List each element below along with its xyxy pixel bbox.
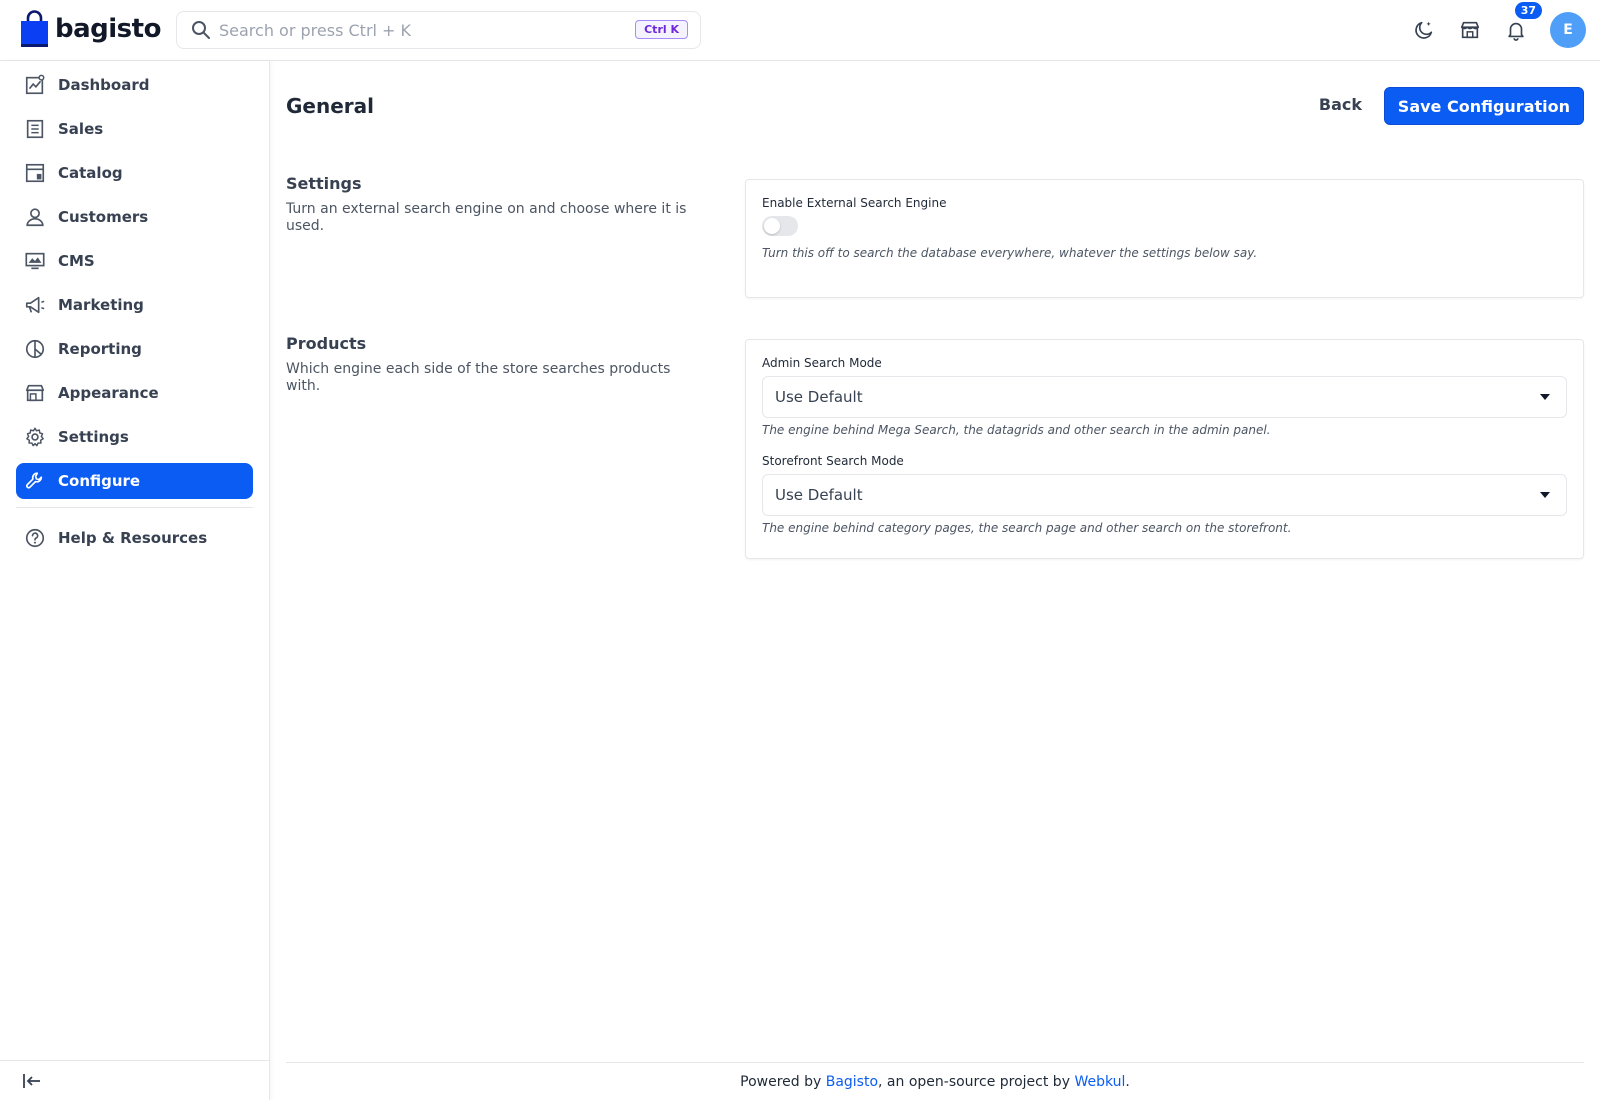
sidebar-item-label: Sales (58, 120, 104, 138)
storefront-link[interactable] (1458, 18, 1482, 42)
section-title: Settings (286, 174, 362, 193)
sidebar-item-label: Dashboard (58, 76, 150, 94)
gear-icon (24, 426, 46, 448)
search-bar[interactable]: Ctrl K (176, 11, 701, 49)
header-actions: 37 E (1412, 2, 1586, 48)
products-section-heading: Products Which engine each side of the s… (286, 334, 696, 395)
sidebar-item-configure[interactable]: Configure (16, 463, 253, 499)
megaphone-icon (24, 294, 46, 316)
sidebar-item-reporting[interactable]: Reporting (16, 331, 253, 367)
cms-icon (24, 250, 46, 272)
sidebar-item-label: Help & Resources (58, 529, 208, 547)
section-description: Which engine each side of the store sear… (286, 361, 671, 394)
collapse-left-icon (23, 1073, 40, 1088)
moon-icon (1415, 21, 1433, 39)
section-description: Turn an external search engine on and ch… (286, 201, 687, 234)
footer-suffix: . (1125, 1073, 1130, 1090)
storefront-search-mode-select[interactable]: Use Default (762, 474, 1567, 516)
section-title: Products (286, 334, 367, 353)
logo-text: bagisto (55, 14, 161, 44)
dashboard-icon (24, 74, 46, 96)
admin-search-mode-select[interactable]: Use Default (762, 376, 1567, 418)
sidebar-nav: Dashboard Sales Catalog Customers CMS Ma… (0, 61, 269, 556)
footer-prefix: Powered by (740, 1073, 826, 1090)
customers-icon (24, 206, 46, 228)
sidebar-item-label: CMS (58, 252, 95, 270)
sidebar-divider (16, 507, 253, 508)
select-value: Use Default (775, 486, 863, 504)
field-hint: Turn this off to search the database eve… (762, 246, 1258, 260)
settings-section-heading: Settings Turn an external search engine … (286, 174, 696, 235)
products-card: Admin Search Mode Use Default The engine… (745, 339, 1584, 559)
top-header: bagisto Ctrl K (0, 0, 1600, 61)
external-search-toggle-label: Enable External Search Engine (762, 196, 947, 210)
sidebar-item-marketing[interactable]: Marketing (16, 287, 253, 323)
catalog-icon (24, 162, 46, 184)
store-icon (24, 382, 46, 404)
search-input[interactable] (219, 20, 700, 40)
sidebar-item-customers[interactable]: Customers (16, 199, 253, 235)
page-title: General (286, 94, 374, 118)
sidebar: Dashboard Sales Catalog Customers CMS Ma… (0, 61, 270, 1100)
help-icon (24, 527, 46, 549)
back-button[interactable]: Back (1319, 95, 1362, 114)
caret-down-icon (1540, 394, 1550, 400)
bagisto-logo[interactable]: bagisto (20, 10, 161, 48)
save-configuration-button[interactable]: Save Configuration (1383, 87, 1584, 125)
storefront-search-mode-label: Storefront Search Mode (762, 454, 904, 468)
webkul-link[interactable]: Webkul (1074, 1074, 1125, 1090)
sidebar-item-label: Reporting (58, 340, 142, 358)
sidebar-item-settings[interactable]: Settings (16, 419, 253, 455)
sidebar-item-label: Settings (58, 428, 129, 446)
bagisto-link[interactable]: Bagisto (826, 1074, 878, 1090)
sidebar-item-cms[interactable]: CMS (16, 243, 253, 279)
notifications-button[interactable]: 37 (1504, 2, 1542, 42)
shopping-bag-icon (21, 10, 48, 47)
sidebar-item-label: Marketing (58, 296, 144, 314)
pie-chart-icon (24, 338, 46, 360)
main-content: General Back Save Configuration Settings… (286, 61, 1584, 1100)
sidebar-item-dashboard[interactable]: Dashboard (16, 67, 253, 103)
field-hint: The engine behind category pages, the se… (762, 521, 1292, 535)
select-value: Use Default (775, 388, 863, 406)
caret-down-icon (1540, 492, 1550, 498)
user-avatar[interactable]: E (1550, 12, 1586, 48)
footer-middle: , an open-source project by (878, 1073, 1075, 1090)
search-icon (192, 21, 210, 39)
sidebar-item-appearance[interactable]: Appearance (16, 375, 253, 411)
dark-mode-toggle[interactable] (1412, 18, 1436, 42)
sidebar-item-help[interactable]: Help & Resources (16, 520, 253, 556)
sidebar-item-label: Catalog (58, 164, 123, 182)
sidebar-item-label: Customers (58, 208, 149, 226)
sales-icon (24, 118, 46, 140)
search-shortcut-badge: Ctrl K (635, 20, 688, 39)
sidebar-item-sales[interactable]: Sales (16, 111, 253, 147)
sidebar-item-catalog[interactable]: Catalog (16, 155, 253, 191)
wrench-icon (24, 470, 46, 492)
sidebar-item-label: Appearance (58, 384, 159, 402)
field-hint: The engine behind Mega Search, the datag… (762, 423, 1271, 437)
store-icon (1460, 21, 1480, 39)
settings-card: Enable External Search Engine Turn this … (745, 179, 1584, 298)
notification-count-badge: 37 (1514, 2, 1542, 19)
bell-icon (1508, 22, 1524, 41)
sidebar-item-label: Configure (58, 472, 141, 490)
external-search-toggle[interactable] (762, 216, 798, 236)
admin-search-mode-label: Admin Search Mode (762, 356, 882, 370)
sidebar-collapse-button[interactable] (0, 1060, 270, 1100)
footer: Powered by Bagisto , an open-source proj… (286, 1062, 1584, 1100)
